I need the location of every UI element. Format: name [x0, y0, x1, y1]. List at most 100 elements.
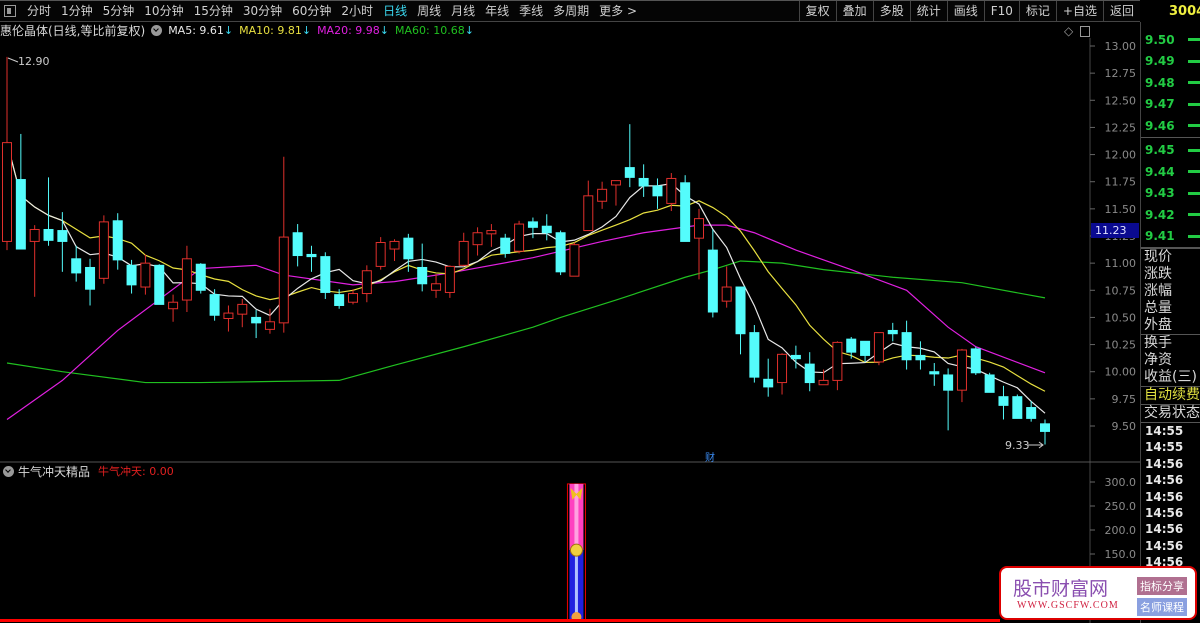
ask-volume-bar — [1188, 59, 1200, 63]
down-arrow-icon: ↓ — [464, 23, 474, 37]
candle-up — [361, 270, 372, 295]
price-tick-label: 10.50 — [1105, 311, 1137, 324]
tab-period[interactable]: 周线 — [412, 1, 446, 21]
toolbar-button[interactable]: 标记 — [1018, 1, 1056, 21]
ask-price: 9.49 — [1145, 54, 1175, 69]
tab-period[interactable]: 更多 > — [594, 1, 642, 21]
tab-period[interactable]: 5分钟 — [98, 1, 140, 21]
ma20-line — [6, 224, 1046, 420]
toolbar-button[interactable]: 叠加 — [835, 1, 873, 21]
indicator-share-button[interactable]: 指标分享 — [1137, 577, 1187, 595]
candle-down — [541, 225, 552, 234]
indicator-tick-label: 250.0 — [1105, 500, 1137, 513]
tab-period[interactable]: 日线 — [378, 1, 412, 21]
tick-time: 14:55 — [1145, 424, 1184, 438]
price-tick-label: 9.50 — [1112, 420, 1137, 433]
ask-row: 9.49 — [1141, 51, 1200, 73]
candle-down — [735, 286, 746, 335]
quote-label: 换手 — [1141, 334, 1200, 352]
candle-down — [209, 294, 220, 316]
ask-price: 9.50 — [1145, 32, 1175, 47]
ma60-value: MA60: 10.68↓ — [395, 24, 474, 37]
tab-period[interactable]: 1分钟 — [56, 1, 98, 21]
candle-down — [804, 363, 815, 384]
candle-down — [860, 340, 871, 356]
indicator-name[interactable]: 牛气冲天精品 — [18, 463, 90, 480]
candle-up — [666, 177, 677, 204]
tick-time: 14:56 — [1145, 456, 1184, 471]
toolbar-button[interactable]: +自选 — [1055, 1, 1103, 21]
ask-price: 9.46 — [1145, 118, 1175, 133]
candle-up — [583, 195, 594, 232]
master-course-button[interactable]: 名师课程 — [1137, 598, 1187, 616]
toolbar-button[interactable]: 多股 — [872, 1, 910, 21]
indicator-tick-label: 150.0 — [1105, 548, 1137, 561]
tab-period[interactable]: 15分钟 — [189, 1, 238, 21]
candle-up — [458, 240, 469, 266]
tab-period[interactable]: 季线 — [514, 1, 548, 21]
toolbar-button[interactable]: F10 — [983, 1, 1019, 21]
tab-period[interactable]: 2小时 — [336, 1, 378, 21]
candle-down — [126, 264, 137, 286]
bid-price: 9.44 — [1145, 164, 1175, 179]
candle-down — [527, 221, 538, 228]
candle-down — [334, 294, 345, 306]
tab-period[interactable]: 60分钟 — [287, 1, 336, 21]
ma5-value: MA5: 9.61↓ — [168, 24, 233, 37]
tab-period[interactable]: 分时 — [22, 1, 56, 21]
ask-volume-bar — [1188, 38, 1200, 42]
toolbar-button[interactable]: 返回 — [1102, 1, 1140, 21]
panel-toggle-icon[interactable] — [1080, 26, 1090, 37]
toolbar-button[interactable]: 复权 — [798, 1, 836, 21]
bid-price: 9.43 — [1145, 186, 1175, 201]
ma20-value: MA20: 9.98↓ — [317, 24, 389, 37]
toolbar-button[interactable]: 统计 — [909, 1, 947, 21]
diamond-icon[interactable]: ◇ — [1064, 24, 1073, 38]
chevron-down-icon[interactable] — [151, 24, 163, 36]
auto-fee-link[interactable]: 自动续费 — [1141, 386, 1200, 405]
bid-volume-bar — [1188, 170, 1200, 174]
quote-label: 现价 — [1141, 248, 1200, 266]
price-tick-label: 10.00 — [1105, 366, 1137, 379]
kline-chart[interactable]: 13.0012.7512.5012.2512.0011.7511.5011.25… — [0, 0, 1140, 623]
candle-down — [887, 329, 898, 335]
panel-toggle-icon[interactable] — [4, 5, 16, 17]
tab-period[interactable]: 10分钟 — [139, 1, 188, 21]
quote-label: 总量 — [1144, 300, 1172, 316]
ask-row: 9.47 — [1141, 94, 1200, 116]
candle-down — [846, 338, 857, 353]
candle-up — [486, 230, 497, 235]
tab-period[interactable]: 年线 — [480, 1, 514, 21]
price-tick-label: 9.75 — [1112, 393, 1137, 406]
ma60-text: MA60: 10.68 — [395, 23, 465, 37]
tick-time: 14:56 — [1145, 489, 1184, 504]
toolbar-button[interactable]: 画线 — [946, 1, 984, 21]
tick-time: 14:56 — [1145, 522, 1184, 537]
signal-highlight — [574, 550, 578, 620]
price-tick-label: 11.00 — [1105, 257, 1137, 270]
bid-row: 9.42 — [1141, 204, 1200, 226]
candle-down — [970, 348, 981, 374]
candle-down — [1040, 423, 1050, 432]
ask-row: 9.50 — [1141, 29, 1200, 51]
watermark-ad[interactable]: 股市财富网 WWW.GSCFW.COM 指标分享 名师课程 — [999, 566, 1197, 620]
chevron-down-icon[interactable] — [3, 465, 14, 477]
candle-down — [500, 237, 511, 254]
candle-up — [278, 236, 289, 324]
tab-period[interactable]: 多周期 — [548, 1, 594, 21]
candle-down — [652, 185, 663, 197]
ma10-value: MA10: 9.81↓ — [239, 24, 311, 37]
candle-down — [43, 228, 54, 241]
candle-down — [1026, 407, 1037, 419]
ask-volume-bar — [1188, 124, 1200, 128]
candle-down — [680, 182, 691, 242]
tab-period[interactable]: 30分钟 — [238, 1, 287, 21]
candle-down — [1012, 396, 1023, 419]
tick-time: 14:55 — [1145, 440, 1184, 455]
down-arrow-icon: ↓ — [379, 23, 389, 37]
low-pointer — [1028, 441, 1044, 449]
candle-down — [57, 230, 68, 242]
price-tick-label: 13.00 — [1105, 40, 1137, 53]
tab-period[interactable]: 月线 — [446, 1, 480, 21]
bid-price: 9.45 — [1145, 143, 1175, 158]
